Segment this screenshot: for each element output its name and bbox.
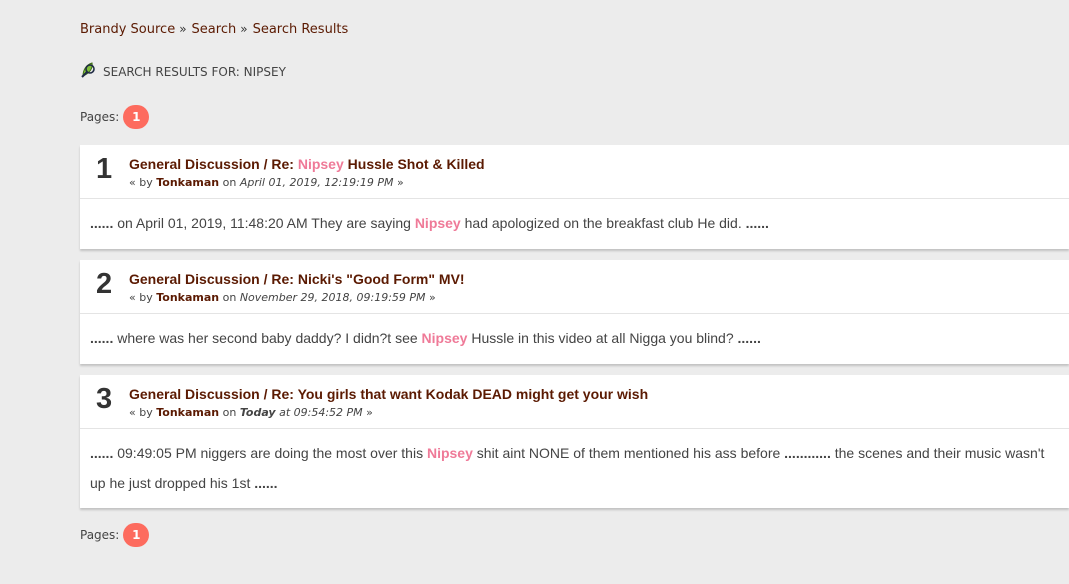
search-result-header: 1 General Discussion / Re: Nipsey Hussle…	[80, 145, 1069, 199]
snippet-highlight: Nipsey	[421, 330, 468, 346]
result-meta: « by Tonkaman on Today at 09:54:52 PM »	[129, 406, 373, 419]
snippet-dots: ......	[90, 330, 114, 346]
author-link[interactable]: Tonkaman	[156, 176, 219, 189]
search-results-page: Brandy Source» Search» Search Results Sear…	[0, 0, 1069, 584]
meta-by: « by	[129, 291, 153, 304]
page-title: Search results for: nipsey	[80, 62, 286, 79]
snippet-highlight: Nipsey	[414, 215, 461, 231]
snippet-text: on April 01, 2019, 11:48:20 AM They are …	[113, 215, 415, 231]
snippet-dots: ......	[90, 215, 114, 231]
snippet-dots: ............	[784, 445, 831, 461]
post-date: April 01, 2019, 12:19:19 PM	[239, 176, 394, 189]
pages-label: Pages:	[80, 528, 120, 542]
author-link[interactable]: Tonkaman	[156, 291, 219, 304]
result-meta: « by Tonkaman on November 29, 2018, 09:1…	[129, 291, 436, 304]
page-1-button[interactable]: 1	[123, 105, 150, 129]
post-date-today: Today	[239, 406, 276, 419]
result-number: 2	[96, 268, 113, 300]
meta-by: « by	[129, 176, 153, 189]
result-snippet: ...... where was her second baby daddy? …	[80, 314, 1069, 363]
breadcrumb-brandy-source[interactable]: Brandy Source	[80, 22, 175, 37]
topic-text: Hussle Shot & Killed	[343, 156, 485, 172]
breadcrumb-search-results[interactable]: Search Results	[253, 22, 349, 37]
result-snippet: ...... on April 01, 2019, 11:48:20 AM Th…	[80, 199, 1069, 248]
meta-on: on	[222, 176, 237, 189]
breadcrumb-separator: »	[179, 22, 187, 36]
meta-end: »	[396, 176, 404, 189]
pagination-bottom: Pages: 1	[80, 523, 150, 547]
snippet-dots: ......	[737, 330, 761, 346]
breadcrumb: Brandy Source» Search» Search Results	[80, 22, 348, 37]
search-result: 1 General Discussion / Re: Nipsey Hussle…	[80, 145, 1069, 249]
snippet-text: had apologized on the breakfast club He …	[460, 215, 746, 231]
search-result-header: 3 General Discussion / Re: You girls tha…	[80, 375, 1069, 429]
snippet-dots: ......	[254, 475, 278, 491]
result-topic-link[interactable]: General Discussion / Re: Nipsey Hussle S…	[129, 156, 485, 172]
page-title-text: Search results for: nipsey	[103, 65, 286, 79]
result-number: 3	[96, 383, 113, 415]
snippet-text: 09:49:05 PM niggers are doing the most o…	[113, 445, 427, 461]
pagination-top: Pages: 1	[80, 105, 150, 129]
snippet-text: where was her second baby daddy? I didn?…	[113, 330, 422, 346]
search-results-icon	[80, 61, 98, 79]
search-result-header: 2 General Discussion / Re: Nicki's "Good…	[80, 260, 1069, 314]
result-snippet: ...... 09:49:05 PM niggers are doing the…	[80, 429, 1069, 508]
snippet-text: Hussle in this video at all Nigga you bl…	[467, 330, 738, 346]
breadcrumb-search[interactable]: Search	[192, 22, 237, 37]
snippet-dots: ......	[745, 215, 769, 231]
meta-on: on	[222, 291, 237, 304]
snippet-text: shit aint NONE of them mentioned his ass…	[472, 445, 785, 461]
author-link[interactable]: Tonkaman	[156, 406, 219, 419]
breadcrumb-separator: »	[240, 22, 248, 36]
meta-by: « by	[129, 406, 153, 419]
post-time: at 09:54:52 PM	[275, 406, 363, 419]
result-topic-link[interactable]: General Discussion / Re: Nicki's "Good F…	[129, 271, 465, 287]
post-date: November 29, 2018, 09:19:59 PM	[239, 291, 426, 304]
snippet-dots: ......	[90, 445, 114, 461]
topic-text: General Discussion / Re:	[129, 156, 298, 172]
meta-end: »	[429, 291, 436, 304]
result-number: 1	[96, 153, 113, 185]
result-meta: « by Tonkaman on April 01, 2019, 12:19:1…	[129, 176, 404, 189]
search-result: 2 General Discussion / Re: Nicki's "Good…	[80, 260, 1069, 364]
search-result: 3 General Discussion / Re: You girls tha…	[80, 375, 1069, 508]
topic-highlight: Nipsey	[297, 156, 344, 172]
meta-end: »	[366, 406, 373, 419]
meta-on: on	[222, 406, 237, 419]
pages-label: Pages:	[80, 110, 120, 124]
result-topic-link[interactable]: General Discussion / Re: You girls that …	[129, 386, 648, 402]
page-1-button[interactable]: 1	[123, 523, 150, 547]
snippet-highlight: Nipsey	[426, 445, 473, 461]
